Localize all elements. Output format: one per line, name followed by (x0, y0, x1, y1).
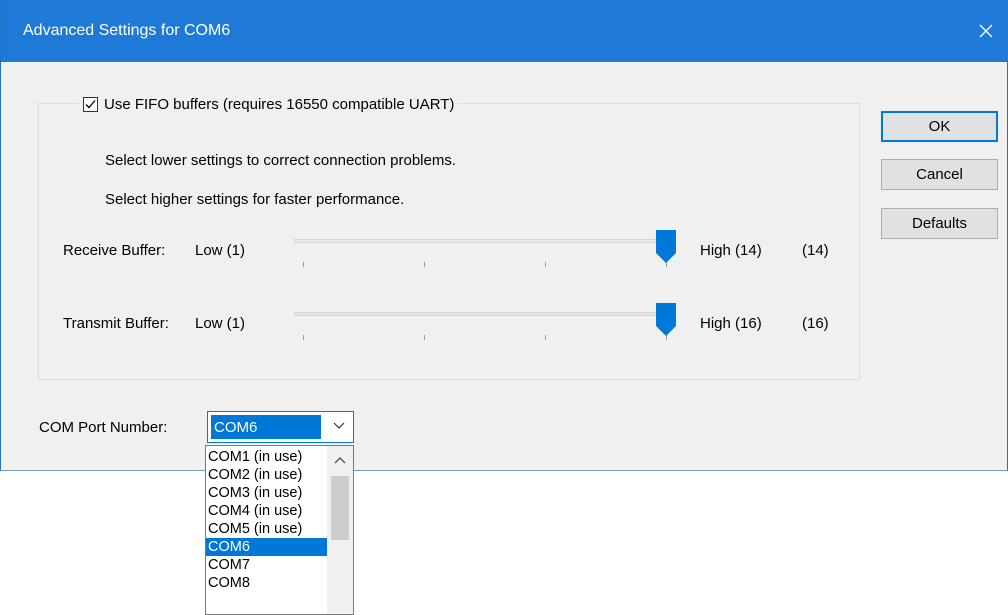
receive-tick (303, 262, 304, 267)
receive-buffer-slider-thumb[interactable] (656, 230, 676, 263)
advanced-settings-dialog: Advanced Settings for COM6 Use FIFO buff… (0, 0, 1008, 471)
transmit-low-label: Low (1) (195, 315, 246, 332)
transmit-high-label: High (16) (700, 315, 762, 332)
receive-tick (545, 262, 546, 267)
receive-low-label: Low (1) (195, 242, 246, 259)
chevron-down-icon[interactable] (333, 422, 345, 430)
close-button[interactable] (963, 0, 1008, 62)
fifo-checkbox-row[interactable]: Use FIFO buffers (requires 16550 compati… (79, 94, 459, 114)
receive-tick (424, 262, 425, 267)
list-item[interactable]: COM5 (in use) (206, 520, 327, 538)
list-item[interactable]: COM1 (in use) (206, 448, 327, 466)
receive-high-label: High (14) (700, 242, 762, 259)
com-port-dropdown-list[interactable]: COM1 (in use) COM2 (in use) COM3 (in use… (205, 445, 354, 615)
hint-higher-text: Select higher settings for faster perfor… (105, 191, 405, 208)
transmit-buffer-slider-thumb[interactable] (656, 303, 676, 336)
dropdown-scrollbar[interactable] (327, 446, 353, 614)
chevron-up-icon (334, 457, 346, 464)
scrollbar-thumb[interactable] (331, 476, 349, 540)
list-item[interactable]: COM6 (206, 538, 327, 556)
fifo-checkbox-label: Use FIFO buffers (requires 16550 compati… (104, 95, 455, 113)
fifo-checkbox[interactable] (83, 96, 98, 112)
window-title: Advanced Settings for COM6 (23, 22, 231, 39)
list-item[interactable]: COM4 (in use) (206, 502, 327, 520)
list-item[interactable]: COM3 (in use) (206, 484, 327, 502)
com-port-selected-value: COM6 (211, 415, 321, 439)
transmit-value-label: (16) (802, 315, 829, 332)
list-item[interactable]: COM2 (in use) (206, 466, 327, 484)
transmit-tick (424, 335, 425, 340)
cancel-button[interactable]: Cancel (881, 159, 998, 190)
transmit-tick (303, 335, 304, 340)
com-port-label: COM Port Number: (39, 419, 168, 436)
ok-button[interactable]: OK (881, 111, 998, 142)
defaults-button[interactable]: Defaults (881, 208, 998, 239)
transmit-buffer-slider-track[interactable] (294, 312, 667, 316)
scroll-up-button[interactable] (327, 448, 353, 472)
receive-value-label: (14) (802, 242, 829, 259)
list-item[interactable]: COM7 (206, 556, 327, 574)
receive-buffer-slider-track[interactable] (294, 239, 667, 243)
com-port-combobox[interactable]: COM6 (207, 411, 354, 443)
checkmark-icon (85, 99, 96, 108)
transmit-buffer-label: Transmit Buffer: (63, 315, 169, 332)
title-bar[interactable]: Advanced Settings for COM6 (1, 0, 1008, 62)
com-port-options: COM1 (in use) COM2 (in use) COM3 (in use… (206, 448, 327, 592)
list-item[interactable]: COM8 (206, 574, 327, 592)
close-icon (979, 24, 993, 38)
hint-lower-text: Select lower settings to correct connect… (105, 152, 456, 169)
transmit-tick (545, 335, 546, 340)
receive-buffer-label: Receive Buffer: (63, 242, 166, 259)
